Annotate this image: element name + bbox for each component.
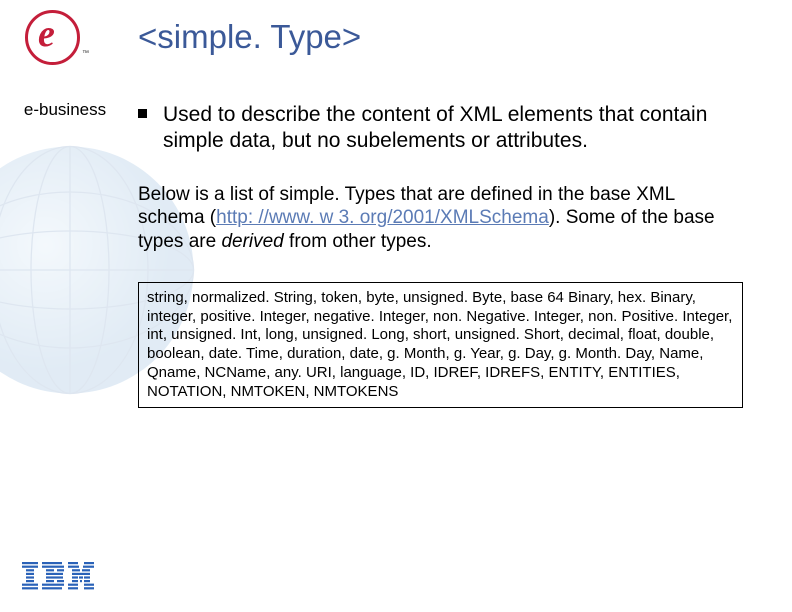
bullet-square-icon	[138, 109, 147, 118]
ebusiness-logo-icon: e ™	[20, 10, 85, 65]
desc-italic: derived	[221, 231, 283, 252]
bullet-text: Used to describe the content of XML elem…	[163, 102, 738, 155]
types-list-box: string, normalized. String, token, byte,…	[138, 282, 743, 409]
desc-post: from other types.	[284, 231, 432, 252]
ibm-logo-icon	[22, 562, 94, 590]
slide-content: Used to describe the content of XML elem…	[138, 102, 738, 408]
bullet-item: Used to describe the content of XML elem…	[138, 102, 738, 155]
sidebar-label: e-business	[20, 100, 110, 120]
description-paragraph: Below is a list of simple. Types that ar…	[138, 183, 738, 254]
slide-title: <simple. Type>	[138, 18, 361, 56]
schema-link[interactable]: http: //www. w 3. org/2001/XMLSchema	[216, 207, 549, 228]
